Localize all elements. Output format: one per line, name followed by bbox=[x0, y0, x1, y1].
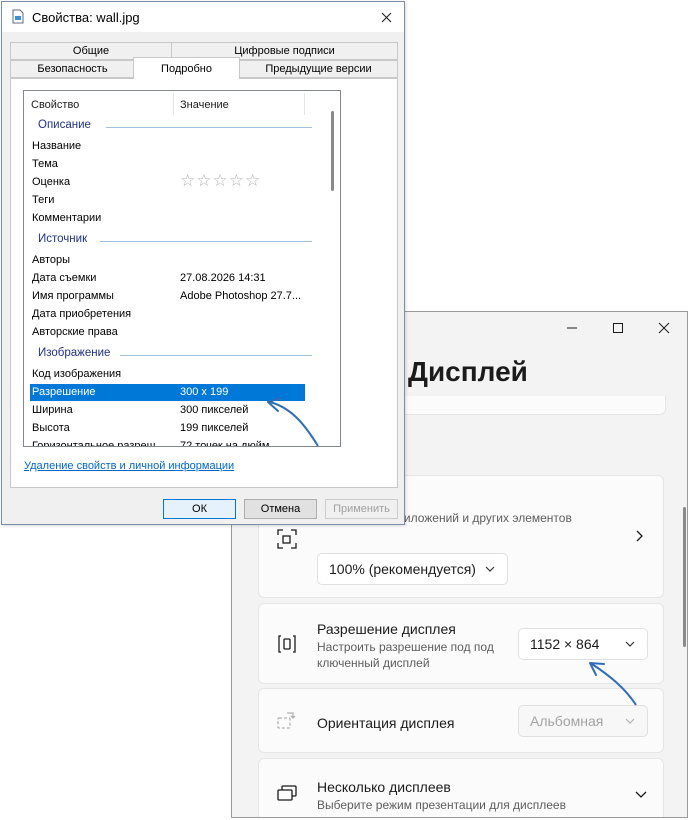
list-item[interactable]: Название bbox=[30, 138, 305, 155]
property-name: Дата приобретения bbox=[32, 308, 132, 320]
resolution-title: Разрешение дисплея bbox=[317, 621, 456, 637]
dialog-titlebar: Свойства: wall.jpg bbox=[2, 2, 404, 32]
property-value: 300 пикселей bbox=[180, 404, 249, 416]
group-header: Описание bbox=[38, 119, 312, 136]
property-name: Дата съемки bbox=[32, 272, 97, 284]
list-item[interactable]: Комментарии bbox=[30, 210, 305, 227]
window-controls bbox=[549, 312, 687, 344]
ok-button[interactable]: ОК bbox=[163, 499, 236, 519]
property-value: Adobe Photoshop 27.7... bbox=[180, 290, 302, 302]
property-name: Имя программы bbox=[32, 290, 114, 302]
dialog-title: Свойства: wall.jpg bbox=[32, 10, 140, 25]
file-icon bbox=[12, 9, 24, 24]
close-icon bbox=[658, 322, 670, 334]
close-button[interactable] bbox=[641, 312, 687, 344]
resolution-subtitle: Настроить разрешение под под ключенный д… bbox=[317, 640, 494, 670]
list-item[interactable]: Теги bbox=[30, 192, 305, 209]
chevron-down-icon bbox=[625, 641, 635, 647]
orientation-title: Ориентация дисплея bbox=[317, 715, 455, 731]
group-divider bbox=[106, 127, 312, 128]
multiple-displays-card[interactable]: Несколько дисплеев Выберите режим презен… bbox=[258, 758, 664, 817]
group-header: Источник bbox=[38, 233, 312, 250]
chevron-down-icon bbox=[485, 566, 495, 572]
property-name: Авторские права bbox=[32, 326, 118, 338]
list-item[interactable]: Оценка ☆☆☆☆☆ bbox=[30, 172, 305, 191]
cancel-button[interactable]: Отмена bbox=[244, 499, 317, 519]
property-name: Код изображения bbox=[32, 368, 122, 380]
tab-details[interactable]: Подробно bbox=[133, 57, 240, 79]
group-divider bbox=[120, 355, 312, 356]
group-label: Источник bbox=[38, 233, 88, 245]
property-value: 199 пикселей bbox=[180, 422, 249, 434]
property-name: Горизонтальное разреш... bbox=[32, 440, 165, 447]
chevron-down-icon bbox=[625, 718, 635, 724]
list-item[interactable]: Дата съемки 27.08.2026 14:31 bbox=[30, 270, 305, 287]
property-name: Тема bbox=[32, 158, 58, 170]
chevron-down-icon bbox=[635, 791, 647, 798]
minimize-icon bbox=[567, 327, 577, 329]
group-divider bbox=[100, 241, 312, 242]
multiple-displays-icon bbox=[277, 785, 297, 801]
resolution-icon bbox=[278, 635, 296, 653]
list-header: Свойство Значение bbox=[24, 91, 340, 117]
column-divider[interactable] bbox=[304, 93, 305, 115]
property-name: Разрешение bbox=[32, 386, 96, 398]
list-item[interactable]: Ширина 300 пикселей bbox=[30, 402, 305, 419]
properties-dialog: Свойства: wall.jpg Общие Цифровые подпис… bbox=[1, 1, 405, 525]
list-item[interactable]: Авторские права bbox=[30, 324, 305, 341]
list-item[interactable]: Высота 199 пикселей bbox=[30, 420, 305, 437]
list-item[interactable]: Тема bbox=[30, 156, 305, 173]
list-scrollbar[interactable] bbox=[327, 91, 340, 446]
rating-stars[interactable]: ☆☆☆☆☆ bbox=[180, 172, 261, 189]
list-item[interactable]: Код изображения bbox=[30, 366, 305, 383]
remove-properties-link[interactable]: Удаление свойств и личной информации bbox=[24, 460, 234, 472]
page-title: Дисплей bbox=[408, 356, 528, 387]
property-name: Название bbox=[32, 140, 82, 152]
multiple-displays-subtitle: Выберите режим презентации для дисплеев bbox=[317, 798, 566, 812]
multiple-displays-title: Несколько дисплеев bbox=[317, 779, 451, 795]
property-value: 27.08.2026 14:31 bbox=[180, 272, 266, 284]
list-item[interactable]: Авторы bbox=[30, 252, 305, 269]
minimize-button[interactable] bbox=[549, 312, 595, 344]
scale-dropdown[interactable]: 100% (рекомендуется) bbox=[317, 553, 508, 585]
property-value: 300 x 199 bbox=[180, 386, 229, 398]
resolution-dropdown-value: 1152 × 864 bbox=[530, 636, 600, 652]
settings-scrollbar[interactable] bbox=[683, 507, 686, 647]
list-item-selected[interactable]: Разрешение 300 x 199 bbox=[30, 384, 305, 401]
scale-dropdown-value: 100% (рекомендуется) bbox=[329, 561, 476, 577]
group-header: Изображение bbox=[38, 347, 312, 364]
property-name: Ширина bbox=[32, 404, 73, 416]
properties-list[interactable]: Свойство Значение Описание Название Тема… bbox=[23, 90, 341, 447]
group-label: Описание bbox=[38, 119, 91, 131]
group-label: Изображение bbox=[38, 347, 111, 359]
list-item[interactable]: Дата приобретения bbox=[30, 306, 305, 323]
scrollbar-thumb[interactable] bbox=[331, 111, 334, 191]
close-icon bbox=[381, 12, 391, 22]
resolution-dropdown[interactable]: 1152 × 864 bbox=[518, 628, 648, 660]
list-item[interactable]: Имя программы Adobe Photoshop 27.7... bbox=[30, 288, 305, 305]
column-value[interactable]: Значение bbox=[180, 99, 229, 111]
column-divider[interactable] bbox=[173, 93, 174, 115]
property-name: Комментарии bbox=[32, 212, 102, 224]
dialog-close-button[interactable] bbox=[374, 6, 398, 28]
property-name: Теги bbox=[32, 194, 55, 206]
property-name: Авторы bbox=[32, 254, 70, 266]
resolution-card: Разрешение дисплея Настроить разрешение … bbox=[258, 603, 664, 684]
property-name: Оценка bbox=[32, 176, 71, 188]
orientation-card: Ориентация дисплея Альбомная bbox=[258, 688, 664, 753]
tab-security[interactable]: Безопасность bbox=[10, 60, 135, 78]
tab-previous-versions[interactable]: Предыдущие версии bbox=[239, 60, 398, 78]
maximize-button[interactable] bbox=[595, 312, 641, 344]
list-item[interactable]: Горизонтальное разреш... 72 точек на дюй… bbox=[30, 438, 305, 447]
orientation-icon bbox=[277, 712, 296, 729]
column-property[interactable]: Свойство bbox=[31, 99, 79, 111]
apply-button[interactable]: Применить bbox=[325, 499, 398, 519]
chevron-right-icon bbox=[636, 530, 643, 542]
property-name: Высота bbox=[32, 422, 70, 434]
maximize-icon bbox=[613, 323, 623, 333]
scale-icon bbox=[277, 529, 297, 549]
property-value: 72 точек на дюйм bbox=[180, 440, 270, 447]
orientation-dropdown[interactable]: Альбомная bbox=[518, 705, 648, 737]
orientation-dropdown-value: Альбомная bbox=[530, 713, 604, 729]
